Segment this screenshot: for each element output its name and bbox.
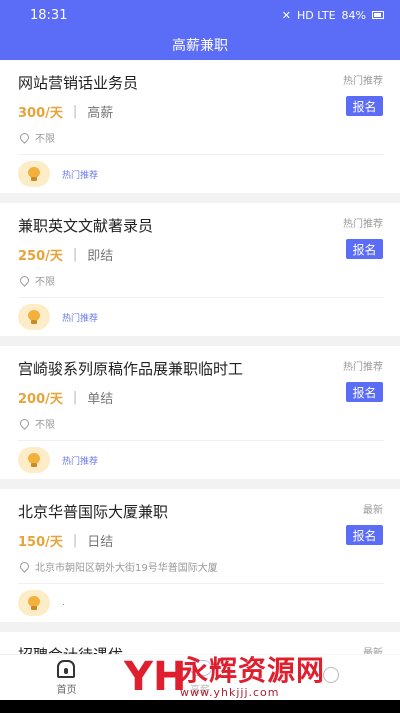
apply-button[interactable]: 报名 — [346, 96, 383, 116]
job-footer-label: . — [62, 598, 65, 608]
bulb-badge — [18, 590, 50, 616]
mute-icon: ✕ — [281, 8, 292, 22]
tab-label: 首页 — [56, 684, 77, 696]
job-pay-type: 日结 — [87, 534, 114, 550]
job-location-text: 不限 — [35, 133, 55, 145]
apply-button[interactable]: 报名 — [346, 239, 383, 259]
bulb-badge — [18, 161, 50, 187]
job-salary: 200/天 — [18, 391, 63, 407]
lightbulb-icon — [28, 310, 40, 324]
home-icon — [56, 659, 77, 678]
location-pin-icon — [18, 416, 31, 430]
location-pin-icon — [18, 273, 31, 287]
watermark-logo: YH — [124, 654, 187, 700]
job-location: 不限 — [18, 416, 384, 431]
bulb-badge — [18, 447, 50, 473]
job-salary: 150/天 — [18, 534, 63, 550]
watermark-title: 永辉资源网 — [180, 653, 326, 687]
location-pin-icon — [18, 559, 31, 573]
job-tag: 热门推荐 — [343, 362, 383, 373]
job-pay-type: 单结 — [87, 391, 114, 407]
job-title: 宫崎骏系列原稿作品展兼职临时工 — [18, 360, 244, 378]
status-bar: 18:31 ✕ HD LTE 84% — [0, 0, 400, 30]
job-tag: 热门推荐 — [343, 76, 383, 87]
job-footer-label: 热门推荐 — [62, 456, 99, 467]
apply-button[interactable]: 报名 — [346, 382, 383, 402]
separator: | — [72, 389, 78, 405]
salary-row: 300/天 | 高薪 — [18, 100, 384, 122]
lightbulb-icon — [28, 453, 40, 467]
job-card[interactable]: 兼职英文文献著录员 热门推荐 报名 250/天 | 即结 不限 热门推荐 — [0, 203, 400, 336]
salary-row: 200/天 | 单结 — [18, 386, 384, 408]
job-footer-label: 热门推荐 — [62, 170, 99, 181]
job-tag: 最新 — [363, 505, 383, 516]
system-nav-bar — [0, 700, 400, 713]
job-location: 不限 — [18, 273, 384, 288]
status-time: 18:31 — [30, 7, 68, 23]
status-icons: ✕ HD LTE 84% — [282, 9, 384, 22]
network-indicator: HD LTE — [297, 8, 336, 22]
bulb-badge — [18, 304, 50, 330]
job-list[interactable]: 网站营销话业务员 热门推荐 报名 300/天 | 高薪 不限 热门推荐 兼职英文… — [0, 60, 400, 676]
location-pin-icon — [18, 130, 31, 144]
lightbulb-icon — [28, 596, 40, 610]
lightbulb-icon — [28, 167, 40, 181]
salary-row: 150/天 | 日结 — [18, 529, 384, 551]
battery-percent: 84% — [341, 8, 366, 22]
job-card[interactable]: 宫崎骏系列原稿作品展兼职临时工 热门推荐 报名 200/天 | 单结 不限 热门… — [0, 346, 400, 479]
tab-home[interactable]: 首页 — [0, 655, 133, 700]
job-location-text: 北京市朝阳区朝外大街19号华普国际大厦 — [35, 562, 218, 574]
job-footer: 热门推荐 — [18, 441, 384, 479]
page-title: 高薪兼职 — [172, 38, 228, 54]
job-salary: 300/天 — [18, 105, 63, 121]
job-title: 北京华普国际大厦兼职 — [18, 503, 169, 521]
separator: | — [72, 246, 78, 262]
battery-icon — [372, 11, 384, 19]
separator: | — [72, 103, 78, 119]
job-location-text: 不限 — [35, 419, 55, 431]
job-pay-type: 高薪 — [87, 105, 114, 121]
job-location: 不限 — [18, 130, 384, 145]
job-title: 兼职英文文献著录员 — [18, 217, 154, 235]
job-salary: 250/天 — [18, 248, 63, 264]
job-location: 北京市朝阳区朝外大街19号华普国际大厦 — [18, 559, 384, 574]
separator: | — [72, 532, 78, 548]
job-tag: 热门推荐 — [343, 219, 383, 230]
job-footer: 热门推荐 — [18, 155, 384, 193]
apply-button[interactable]: 报名 — [346, 525, 383, 545]
watermark-text: 永辉资源网 www.yhkjjj.com — [180, 653, 326, 699]
watermark: YH 永辉资源网 www.yhkjjj.com — [124, 654, 400, 700]
job-footer: 热门推荐 — [18, 298, 384, 336]
job-location-text: 不限 — [35, 276, 55, 288]
job-card[interactable]: 网站营销话业务员 热门推荐 报名 300/天 | 高薪 不限 热门推荐 — [0, 60, 400, 193]
page-header: 高薪兼职 — [0, 30, 400, 60]
job-footer-label: 热门推荐 — [62, 313, 99, 324]
job-card[interactable]: 北京华普国际大厦兼职 最新 报名 150/天 | 日结 北京市朝阳区朝外大街19… — [0, 489, 400, 622]
salary-row: 250/天 | 即结 — [18, 243, 384, 265]
job-footer: . — [18, 584, 384, 622]
watermark-url: www.yhkjjj.com — [180, 685, 280, 699]
job-title: 网站营销话业务员 — [18, 74, 139, 92]
job-pay-type: 即结 — [87, 248, 114, 264]
